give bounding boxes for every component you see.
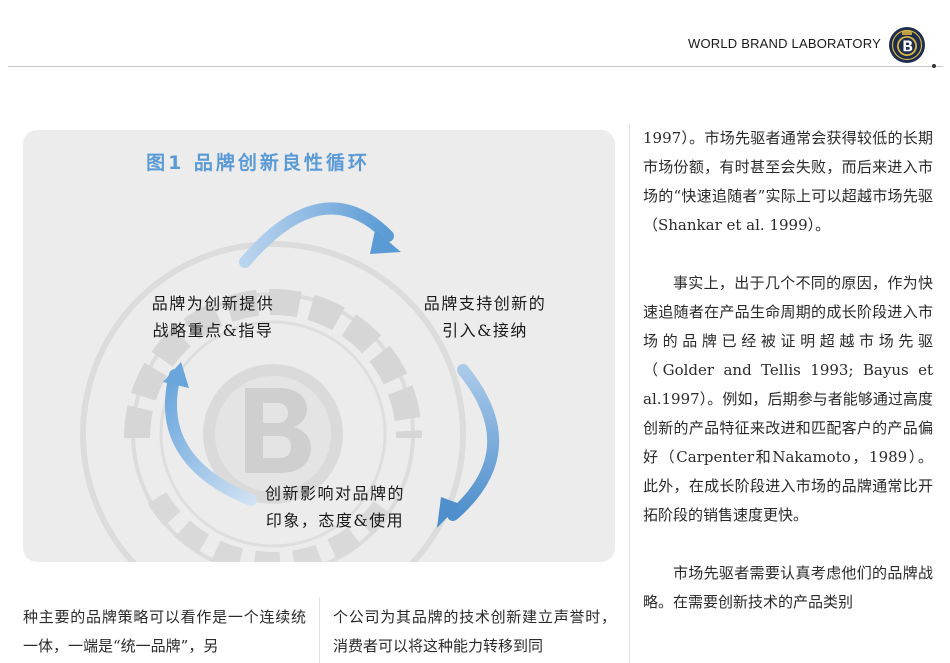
arrow-left-icon bbox=[163, 362, 257, 506]
paragraph-2: 事实上，出于几个不同的原因，作为快速追随者在产品生命周期的成长阶段进入市场的品牌… bbox=[643, 274, 933, 524]
arrow-top-icon bbox=[239, 202, 401, 268]
header-divider bbox=[8, 66, 943, 67]
brand-logo-icon bbox=[889, 27, 925, 63]
brand-name: WORLD BRAND LABORATORY bbox=[688, 36, 881, 51]
arrow-right-icon bbox=[437, 364, 499, 528]
bottom-left-text: 种主要的品牌策略可以看作是一个连续统一体，一端是“统一品牌”，另 bbox=[23, 608, 306, 655]
cycle-label-bottom: 创新影响对品牌的 印象，态度&使用 bbox=[264, 484, 405, 530]
column-divider-right bbox=[629, 124, 630, 663]
bottom-middle-text: 个公司为其品牌的技术创新建立声誉时，消费者可以将这种能力转移到同 bbox=[333, 608, 616, 655]
cycle-label-right: 品牌支持创新的 引入&接纳 bbox=[423, 294, 547, 340]
column-divider-bottom bbox=[319, 597, 320, 663]
header-divider-dot bbox=[932, 64, 936, 68]
paragraph-3: 市场先驱者需要认真考虑他们的品牌战略。在需要创新技术的产品类别 bbox=[643, 564, 933, 611]
paragraph-1: 1997）。市场先驱者通常会获得较低的长期市场份额，有时甚至会失败，而后来进入市… bbox=[643, 129, 933, 234]
cycle-label-left: 品牌为创新提供 战略重点&指导 bbox=[151, 294, 275, 340]
right-column-text: 1997）。市场先驱者通常会获得较低的长期市场份额，有时甚至会失败，而后来进入市… bbox=[643, 124, 933, 617]
figure-panel: 图1 品牌创新良性循环 品牌为创新提供 战略重点&指导 品牌支持创新的 引入&接… bbox=[23, 130, 615, 562]
